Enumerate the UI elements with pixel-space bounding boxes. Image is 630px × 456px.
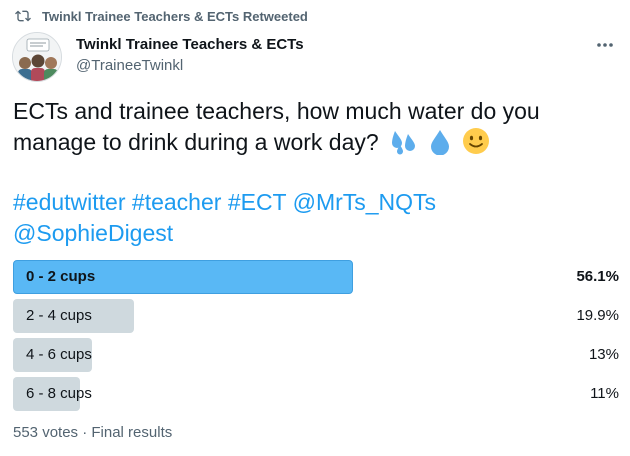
retweet-context: Twinkl Trainee Teachers & ECTs Retweeted (14, 6, 308, 26)
poll-option-percent: 19.9% (576, 307, 619, 324)
droplet-emoji (429, 129, 451, 163)
poll-option-label: 0 - 2 cups (26, 268, 96, 285)
more-dots-icon (597, 43, 613, 47)
retweet-icon (14, 8, 32, 24)
poll-option-percent: 13% (588, 346, 619, 363)
author-name[interactable]: Twinkl Trainee Teachers & ECTs (76, 36, 304, 53)
poll-option: 0 - 2 cups 56.1% (13, 260, 619, 294)
hashtag-ect[interactable]: #ECT (228, 189, 286, 215)
poll-option: 6 - 8 cups 11% (13, 377, 619, 411)
author-handle[interactable]: @TraineeTwinkl (76, 57, 183, 74)
poll-option-label: 2 - 4 cups (26, 307, 92, 324)
slightly-smiling-face-emoji (462, 127, 490, 163)
tweet-body: ECTs and trainee teachers, how much wate… (13, 96, 613, 163)
poll-option: 4 - 6 cups 13% (13, 338, 619, 372)
tweet-text: ECTs and trainee teachers, how much wate… (13, 98, 540, 155)
poll-option-label: 6 - 8 cups (26, 385, 92, 402)
author-avatar[interactable] (12, 32, 62, 82)
retweet-label[interactable]: Twinkl Trainee Teachers & ECTs Retweeted (42, 9, 308, 24)
tweet-hashtags: #edutwitter #teacher #ECT @MrTs_NQTs @So… (13, 187, 613, 249)
poll-option-percent: 11% (590, 385, 619, 402)
poll: 0 - 2 cups 56.1% 2 - 4 cups 19.9% 4 - 6 … (13, 260, 619, 416)
poll-option: 2 - 4 cups 19.9% (13, 299, 619, 333)
poll-option-percent: 56.1% (576, 268, 619, 285)
sweat-droplets-emoji (389, 129, 419, 163)
more-options-button[interactable] (594, 34, 616, 56)
mention-sophiedigest[interactable]: @SophieDigest (13, 220, 173, 246)
tweet-header: Twinkl Trainee Teachers & ECTs @TraineeT… (12, 28, 618, 88)
mention-mrts-nqts[interactable]: @MrTs_NQTs (293, 189, 436, 215)
hashtag-teacher[interactable]: #teacher (132, 189, 222, 215)
poll-option-label: 4 - 6 cups (26, 346, 92, 363)
hashtag-edutwitter[interactable]: #edutwitter (13, 189, 126, 215)
poll-footer: 553 votes · Final results (13, 424, 173, 441)
